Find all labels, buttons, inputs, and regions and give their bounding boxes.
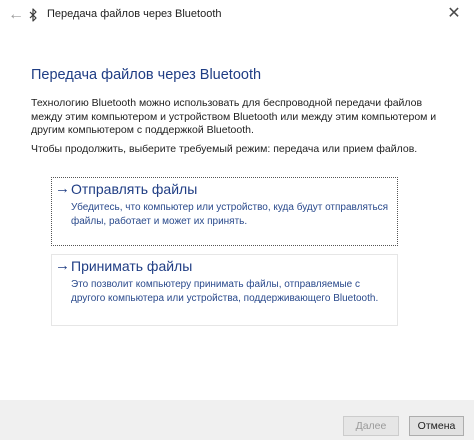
back-arrow-icon[interactable]: ← [6, 2, 26, 28]
receive-files-description: Это позволит компьютеру принимать файлы,… [71, 279, 379, 304]
bluetooth-icon [29, 8, 37, 22]
receive-files-option[interactable]: → Принимать файлы Это позволит компьютер… [51, 254, 398, 326]
arrow-right-icon: → [55, 180, 70, 197]
arrow-right-icon: → [55, 257, 70, 274]
next-button[interactable]: Далее [343, 416, 399, 436]
title-bar: ← Передача файлов через Bluetooth ✕ [0, 0, 474, 30]
close-button[interactable]: ✕ [434, 0, 474, 30]
intro-text: Технологию Bluetooth можно использовать … [31, 97, 437, 136]
receive-files-title: Принимать файлы [71, 258, 193, 274]
send-files-description: Убедитесь, что компьютер или устройство,… [71, 202, 389, 227]
cancel-button[interactable]: Отмена [409, 416, 464, 436]
page-title: Передача файлов через Bluetooth [31, 67, 262, 83]
dialog-footer [0, 400, 474, 440]
send-files-title: Отправлять файлы [71, 181, 198, 197]
instruction-text: Чтобы продолжить, выберите требуемый реж… [31, 143, 418, 155]
window-title: Передача файлов через Bluetooth [47, 8, 222, 20]
send-files-option[interactable]: → Отправлять файлы Убедитесь, что компью… [51, 177, 398, 246]
